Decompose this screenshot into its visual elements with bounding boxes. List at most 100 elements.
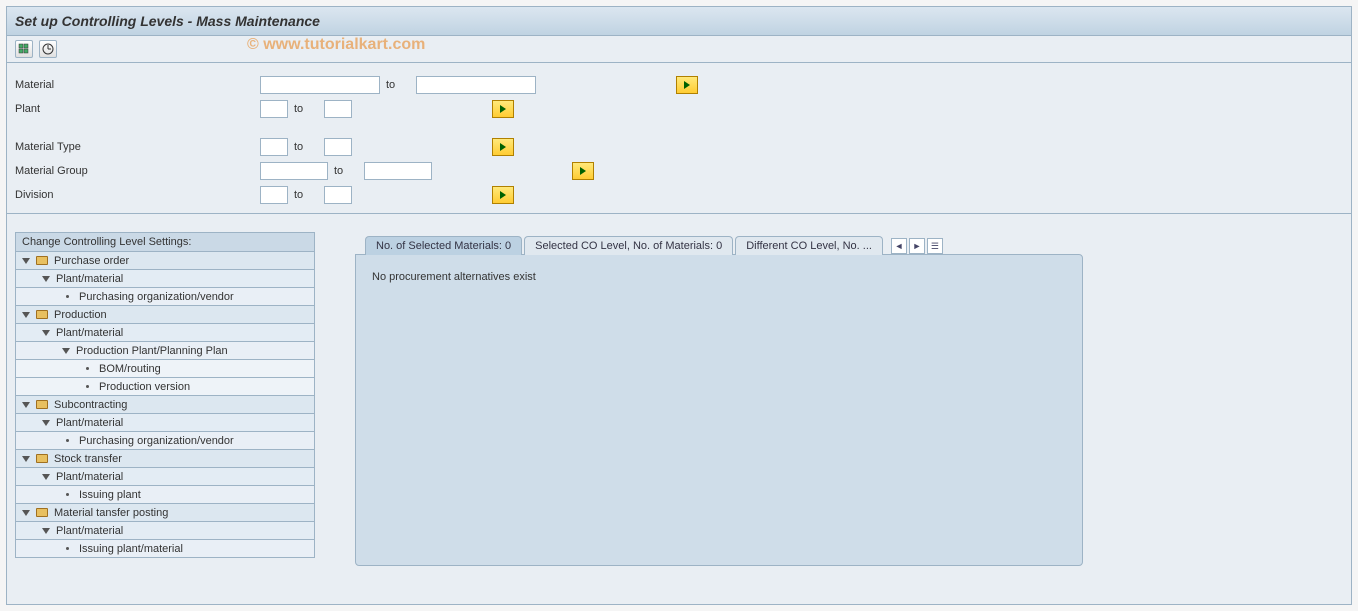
expand-icon (42, 330, 50, 336)
grid-icon[interactable] (15, 40, 33, 58)
multiple-selection-button[interactable] (572, 162, 594, 180)
to-input[interactable] (324, 186, 352, 204)
form-row: Plant to (15, 97, 1343, 121)
tree-node-label: Plant/material (56, 417, 123, 429)
tree-node-label: Plant/material (56, 273, 123, 285)
tree-node-label: Production version (99, 381, 190, 393)
tree-node-label: Issuing plant (79, 489, 141, 501)
arrow-right-icon (500, 143, 506, 151)
page-title: Set up Controlling Levels - Mass Mainten… (15, 13, 320, 29)
folder-icon (36, 256, 48, 265)
leaf-icon (86, 367, 89, 370)
tab-next-button[interactable]: ► (909, 238, 925, 254)
tree-node[interactable]: BOM/routing (15, 360, 315, 378)
tab-content: No procurement alternatives exist (355, 254, 1083, 566)
expand-icon (42, 276, 50, 282)
expand-icon (42, 528, 50, 534)
execute-icon[interactable] (39, 40, 57, 58)
tree-node[interactable]: Issuing plant/material (15, 540, 315, 558)
expand-icon (22, 312, 30, 318)
selection-form: MaterialtoPlantto Material TypetoMateria… (7, 63, 1351, 214)
to-label: to (288, 141, 324, 153)
tree-node[interactable]: Production (15, 306, 315, 324)
tab-list-button[interactable]: ☰ (927, 238, 943, 254)
tree-node[interactable]: Material tansfer posting (15, 504, 315, 522)
tree-node-label: Stock transfer (54, 453, 122, 465)
expand-icon (62, 348, 70, 354)
from-input[interactable] (260, 138, 288, 156)
tree-node[interactable]: Stock transfer (15, 450, 315, 468)
to-label: to (380, 79, 416, 91)
arrow-right-icon (684, 81, 690, 89)
tree-header: Change Controlling Level Settings: (15, 232, 315, 252)
tab[interactable]: Selected CO Level, No. of Materials: 0 (524, 236, 733, 255)
tab-nav: ◄ ► ☰ (891, 238, 943, 254)
leaf-icon (86, 385, 89, 388)
tree-node[interactable]: Subcontracting (15, 396, 315, 414)
folder-icon (36, 310, 48, 319)
tree-node-label: Issuing plant/material (79, 543, 183, 555)
leaf-icon (66, 439, 69, 442)
tree-node[interactable]: Plant/material (15, 522, 315, 540)
expand-icon (22, 510, 30, 516)
tree-node[interactable]: Plant/material (15, 324, 315, 342)
tree-node[interactable]: Plant/material (15, 270, 315, 288)
arrow-right-icon (580, 167, 586, 175)
tree-node-label: Purchase order (54, 255, 129, 267)
tree-node[interactable]: Production Plant/Planning Plan (15, 342, 315, 360)
to-input[interactable] (364, 162, 432, 180)
toolbar: © www.tutorialkart.com (7, 36, 1351, 63)
folder-icon (36, 508, 48, 517)
to-label: to (288, 189, 324, 201)
expand-icon (22, 258, 30, 264)
multiple-selection-button[interactable] (492, 100, 514, 118)
tab-prev-button[interactable]: ◄ (891, 238, 907, 254)
tree-node-label: Plant/material (56, 327, 123, 339)
folder-icon (36, 400, 48, 409)
expand-icon (42, 420, 50, 426)
tree-node[interactable]: Purchase order (15, 252, 315, 270)
expand-icon (22, 456, 30, 462)
expand-icon (22, 402, 30, 408)
tree-node[interactable]: Plant/material (15, 468, 315, 486)
leaf-icon (66, 493, 69, 496)
arrow-right-icon (500, 105, 506, 113)
tree-node-label: Production (54, 309, 107, 321)
tree-node[interactable]: Purchasing organization/vendor (15, 432, 315, 450)
from-input[interactable] (260, 162, 328, 180)
multiple-selection-button[interactable] (492, 138, 514, 156)
watermark: © www.tutorialkart.com (247, 36, 425, 54)
tree-node[interactable]: Purchasing organization/vendor (15, 288, 315, 306)
to-input[interactable] (324, 100, 352, 118)
from-input[interactable] (260, 100, 288, 118)
form-row: Material Type to (15, 135, 1343, 159)
tab[interactable]: Different CO Level, No. ... (735, 236, 883, 255)
tree-node[interactable]: Issuing plant (15, 486, 315, 504)
tree-node-label: Plant/material (56, 471, 123, 483)
leaf-icon (66, 547, 69, 550)
tree-node-label: Material tansfer posting (54, 507, 168, 519)
tab[interactable]: No. of Selected Materials: 0 (365, 236, 522, 255)
expand-icon (42, 474, 50, 480)
field-label: Plant (15, 103, 260, 115)
tree-node[interactable]: Production version (15, 378, 315, 396)
folder-icon (36, 454, 48, 463)
tree-node[interactable]: Plant/material (15, 414, 315, 432)
leaf-icon (66, 295, 69, 298)
to-input[interactable] (324, 138, 352, 156)
multiple-selection-button[interactable] (492, 186, 514, 204)
tree-node-label: Subcontracting (54, 399, 127, 411)
to-label: to (288, 103, 324, 115)
field-label: Division (15, 189, 260, 201)
tree-node-label: BOM/routing (99, 363, 161, 375)
to-input[interactable] (416, 76, 536, 94)
field-label: Material Type (15, 141, 260, 153)
content-message: No procurement alternatives exist (372, 271, 536, 283)
tree-node-label: Production Plant/Planning Plan (76, 345, 228, 357)
from-input[interactable] (260, 186, 288, 204)
tree-panel: Change Controlling Level Settings: Purch… (15, 232, 315, 566)
arrow-right-icon (500, 191, 506, 199)
multiple-selection-button[interactable] (676, 76, 698, 94)
tab-area: No. of Selected Materials: 0Selected CO … (355, 232, 1083, 566)
from-input[interactable] (260, 76, 380, 94)
